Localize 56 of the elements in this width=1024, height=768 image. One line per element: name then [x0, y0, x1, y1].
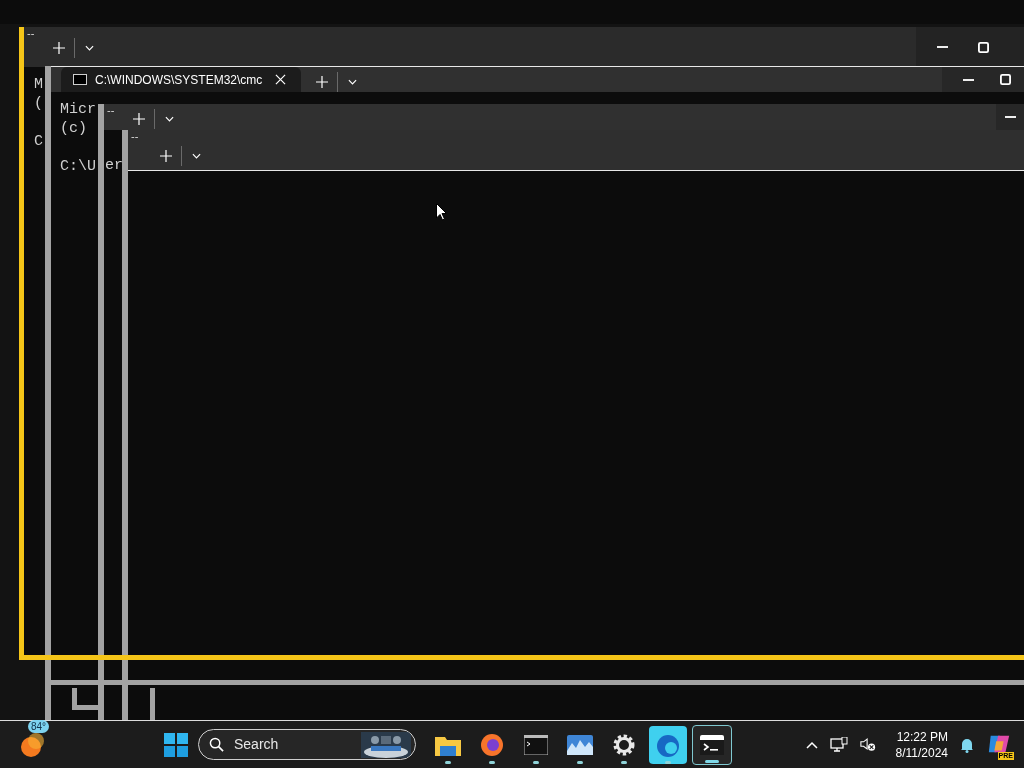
- volume-muted-icon[interactable]: [859, 737, 876, 752]
- close-icon: [275, 74, 286, 85]
- console-icon: [524, 734, 548, 755]
- chevron-down-icon: [164, 116, 174, 122]
- tab-title: C:\WINDOWS\SYSTEM32\cmc: [95, 71, 264, 89]
- taskbar-app[interactable]: [648, 724, 688, 765]
- running-indicator: [577, 760, 583, 764]
- console-text: (: [34, 94, 43, 113]
- title-marker: --: [131, 130, 139, 142]
- gear-icon: [612, 732, 636, 757]
- title-marker: --: [107, 104, 115, 116]
- chevron-down-icon: [347, 79, 357, 85]
- title-marker: --: [27, 27, 35, 39]
- mouse-pointer-icon: [436, 203, 447, 221]
- plus-icon: [160, 150, 172, 162]
- console-text: C: [34, 132, 43, 151]
- console-text: (c): [60, 119, 87, 138]
- console-text: C:\U: [60, 157, 96, 176]
- console-text: M: [34, 75, 43, 94]
- chevron-down-icon: [191, 153, 201, 159]
- start-button[interactable]: [164, 731, 190, 758]
- plus-icon: [53, 42, 65, 54]
- minimize-icon: [963, 78, 974, 81]
- running-indicator: [489, 760, 495, 764]
- photos-icon: [567, 734, 593, 755]
- bell-icon[interactable]: [960, 736, 974, 753]
- console-text: Micr: [60, 100, 96, 119]
- maximize-icon: [978, 41, 989, 53]
- clock-date[interactable]: 8/11/2024: [895, 744, 948, 761]
- clock-time[interactable]: 12:22 PM: [896, 728, 948, 745]
- minimize-icon: [1004, 116, 1016, 118]
- console-text: er: [105, 156, 123, 175]
- browser-icon: [649, 725, 687, 764]
- running-indicator: [445, 760, 451, 764]
- running-indicator: [621, 760, 627, 764]
- plus-icon: [316, 76, 328, 88]
- windows-logo-icon: [164, 732, 188, 757]
- chevron-down-icon: [84, 45, 94, 51]
- close-button[interactable]: [275, 73, 287, 86]
- minimize-icon: [937, 46, 948, 48]
- taskbar-app[interactable]: [692, 724, 732, 765]
- maximize-icon: [1000, 74, 1011, 85]
- plus-icon: [133, 113, 145, 125]
- weather-icon[interactable]: [20, 731, 46, 758]
- running-indicator: [665, 760, 671, 764]
- search-field[interactable]: Search: [198, 729, 416, 760]
- network-icon[interactable]: [829, 736, 848, 753]
- running-indicator: [705, 759, 719, 763]
- console-icon: [73, 74, 87, 85]
- search-input[interactable]: Search: [234, 734, 354, 755]
- search-icon: [209, 737, 224, 752]
- tab[interactable]: C:\WINDOWS\SYSTEM32\cmc: [61, 67, 301, 92]
- chevron-up-icon[interactable]: [805, 740, 818, 749]
- browser-icon: [480, 732, 504, 757]
- terminal-icon: [699, 733, 725, 756]
- running-indicator: [533, 760, 539, 764]
